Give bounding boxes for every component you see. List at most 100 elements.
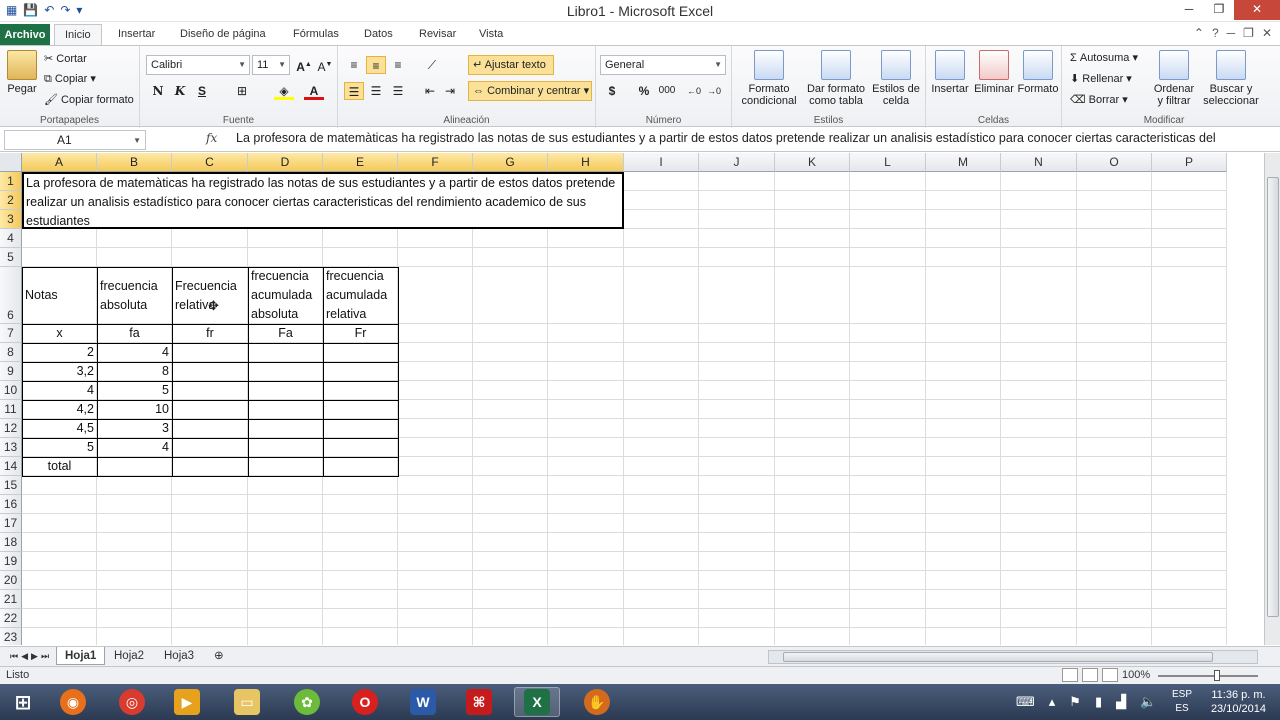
header-cell-c6[interactable]: Frecuencia relativa	[174, 267, 247, 324]
name-box[interactable]: A1 ▼	[4, 130, 146, 150]
insert-function-icon[interactable]: fx	[206, 131, 217, 145]
insert-cells-button[interactable]: Insertar	[928, 50, 972, 95]
cell-styles-button[interactable]: Estilos de celda	[868, 50, 924, 107]
font-size-combo[interactable]: 11 ▼	[252, 55, 290, 75]
vertical-scroll-thumb[interactable]	[1267, 177, 1279, 617]
x-value-cell[interactable]: 4	[22, 381, 97, 400]
column-header-g[interactable]: G	[473, 153, 548, 172]
column-header-b[interactable]: B	[97, 153, 172, 172]
column-header-n[interactable]: N	[1001, 153, 1077, 172]
align-center-icon[interactable]: ☰	[366, 82, 386, 100]
row-header-10[interactable]: 10	[0, 381, 22, 400]
tab-archivo[interactable]: Archivo	[0, 24, 50, 46]
row-header-4[interactable]: 4	[0, 229, 22, 248]
wrap-text-button[interactable]: ↵ Ajustar texto	[468, 55, 554, 75]
column-header-l[interactable]: L	[850, 153, 926, 172]
row-header-12[interactable]: 12	[0, 419, 22, 438]
tab-insertar[interactable]: Insertar	[108, 24, 165, 46]
align-top-icon[interactable]: ≡	[344, 56, 364, 74]
maximize-button[interactable]: ❐	[1204, 0, 1234, 20]
thousands-button[interactable]: 000	[654, 82, 680, 100]
row-header-1[interactable]: 1	[0, 172, 22, 191]
page-layout-view-icon[interactable]	[1082, 668, 1098, 682]
increase-indent-icon[interactable]: ⇥	[440, 82, 460, 100]
horizontal-scrollbar[interactable]	[768, 650, 1258, 664]
delete-cells-button[interactable]: Eliminar	[972, 50, 1016, 95]
taskbar-excel[interactable]: X	[514, 687, 560, 717]
decrease-indent-icon[interactable]: ⇤	[420, 82, 440, 100]
row-header-11[interactable]: 11	[0, 400, 22, 419]
zoom-slider[interactable]	[1158, 675, 1258, 677]
taskbar-firefox[interactable]: ◉	[50, 687, 96, 717]
tab-diseno-pagina[interactable]: Diseño de página	[170, 24, 276, 46]
grow-font-icon[interactable]: A▲	[294, 56, 314, 74]
worksheet-grid[interactable]: ABCDEFGHIJKLMNOP 1 2 3 4 5 6 7 8 9 10 11 12 13 14 15 16…	[0, 153, 1264, 645]
symbol-cell-a7[interactable]: x	[22, 324, 97, 343]
fa-value-cell[interactable]: 4	[97, 438, 172, 457]
bold-button[interactable]: N	[148, 82, 168, 100]
row-header-6[interactable]: 6	[0, 267, 22, 324]
row-header-19[interactable]: 19	[0, 552, 22, 571]
row-header-20[interactable]: 20	[0, 571, 22, 590]
flag-icon[interactable]: ⚑	[1069, 694, 1081, 710]
tab-formulas[interactable]: Fórmulas	[283, 24, 349, 46]
taskbar-opera[interactable]: O	[342, 687, 388, 717]
sort-filter-button[interactable]: Ordenar y filtrar	[1150, 50, 1198, 107]
row-header-23[interactable]: 23	[0, 628, 22, 645]
header-cell-e6[interactable]: frecuencia acumulada relativa	[325, 267, 397, 324]
row-header-7[interactable]: 7	[0, 324, 22, 343]
format-cells-button[interactable]: Formato	[1016, 50, 1060, 95]
italic-button[interactable]: K	[170, 82, 190, 100]
column-header-e[interactable]: E	[323, 153, 398, 172]
insert-sheet-icon[interactable]: ⊕	[206, 647, 232, 665]
symbol-cell-b7[interactable]: fa	[97, 324, 172, 343]
orientation-icon[interactable]: ⟋	[422, 56, 442, 74]
taskbar-chrome[interactable]: ◎	[109, 687, 155, 717]
shrink-font-icon[interactable]: A▼	[315, 56, 335, 74]
column-header-h[interactable]: H	[548, 153, 624, 172]
fill-button[interactable]: ⬇ Rellenar ▾	[1070, 72, 1132, 85]
clear-button[interactable]: ⌫ Borrar ▾	[1070, 93, 1128, 106]
cut-button[interactable]: ✂ Cortar	[44, 52, 87, 65]
borders-icon[interactable]: ⊞	[232, 82, 252, 100]
clock[interactable]: 11:36 p. m. 23/10/2014	[1211, 688, 1266, 716]
paste-button[interactable]: Pegar	[6, 50, 38, 95]
header-cell-b6[interactable]: frecuencia absoluta	[99, 267, 171, 324]
row-header-22[interactable]: 22	[0, 609, 22, 628]
sheet-nav-arrows-icon[interactable]: ⏮◀▶⏭	[2, 647, 60, 665]
column-header-c[interactable]: C	[172, 153, 248, 172]
column-header-f[interactable]: F	[398, 153, 473, 172]
fa-value-cell[interactable]: 5	[97, 381, 172, 400]
align-bottom-icon[interactable]: ≡	[388, 56, 408, 74]
fa-value-cell[interactable]: 10	[97, 400, 172, 419]
column-header-o[interactable]: O	[1077, 153, 1152, 172]
total-label-cell[interactable]: total	[22, 457, 97, 476]
row-header-5[interactable]: 5	[0, 248, 22, 267]
minimize-ribbon-icon[interactable]: ⌃	[1194, 26, 1204, 40]
x-value-cell[interactable]: 3,2	[22, 362, 97, 381]
start-button[interactable]: ⊞	[0, 687, 46, 717]
taskbar-app[interactable]: ✋	[574, 687, 620, 717]
header-cell-d6[interactable]: frecuencia acumulada absoluta	[250, 267, 322, 324]
doc-close-icon[interactable]: ✕	[1262, 26, 1272, 40]
keyboard-icon[interactable]: ⌨	[1016, 694, 1035, 710]
minimize-button[interactable]: ─	[1174, 0, 1204, 20]
network-icon[interactable]: ▟	[1116, 694, 1126, 710]
tab-inicio[interactable]: Inicio	[54, 24, 102, 46]
taskbar-explorer[interactable]: ▭	[224, 687, 270, 717]
column-header-m[interactable]: M	[926, 153, 1001, 172]
align-right-icon[interactable]: ☰	[388, 82, 408, 100]
row-header-18[interactable]: 18	[0, 533, 22, 552]
column-header-j[interactable]: J	[699, 153, 775, 172]
horizontal-scroll-thumb[interactable]	[783, 652, 1213, 662]
find-select-button[interactable]: Buscar y seleccionar	[1198, 50, 1264, 107]
column-header-a[interactable]: A	[22, 153, 97, 172]
row-header-17[interactable]: 17	[0, 514, 22, 533]
fa-value-cell[interactable]: 4	[97, 343, 172, 362]
normal-view-icon[interactable]	[1062, 668, 1078, 682]
column-header-i[interactable]: I	[624, 153, 699, 172]
row-header-16[interactable]: 16	[0, 495, 22, 514]
help-icon[interactable]: ?	[1212, 26, 1219, 40]
x-value-cell[interactable]: 4,5	[22, 419, 97, 438]
volume-icon[interactable]: 🔈	[1140, 694, 1156, 710]
